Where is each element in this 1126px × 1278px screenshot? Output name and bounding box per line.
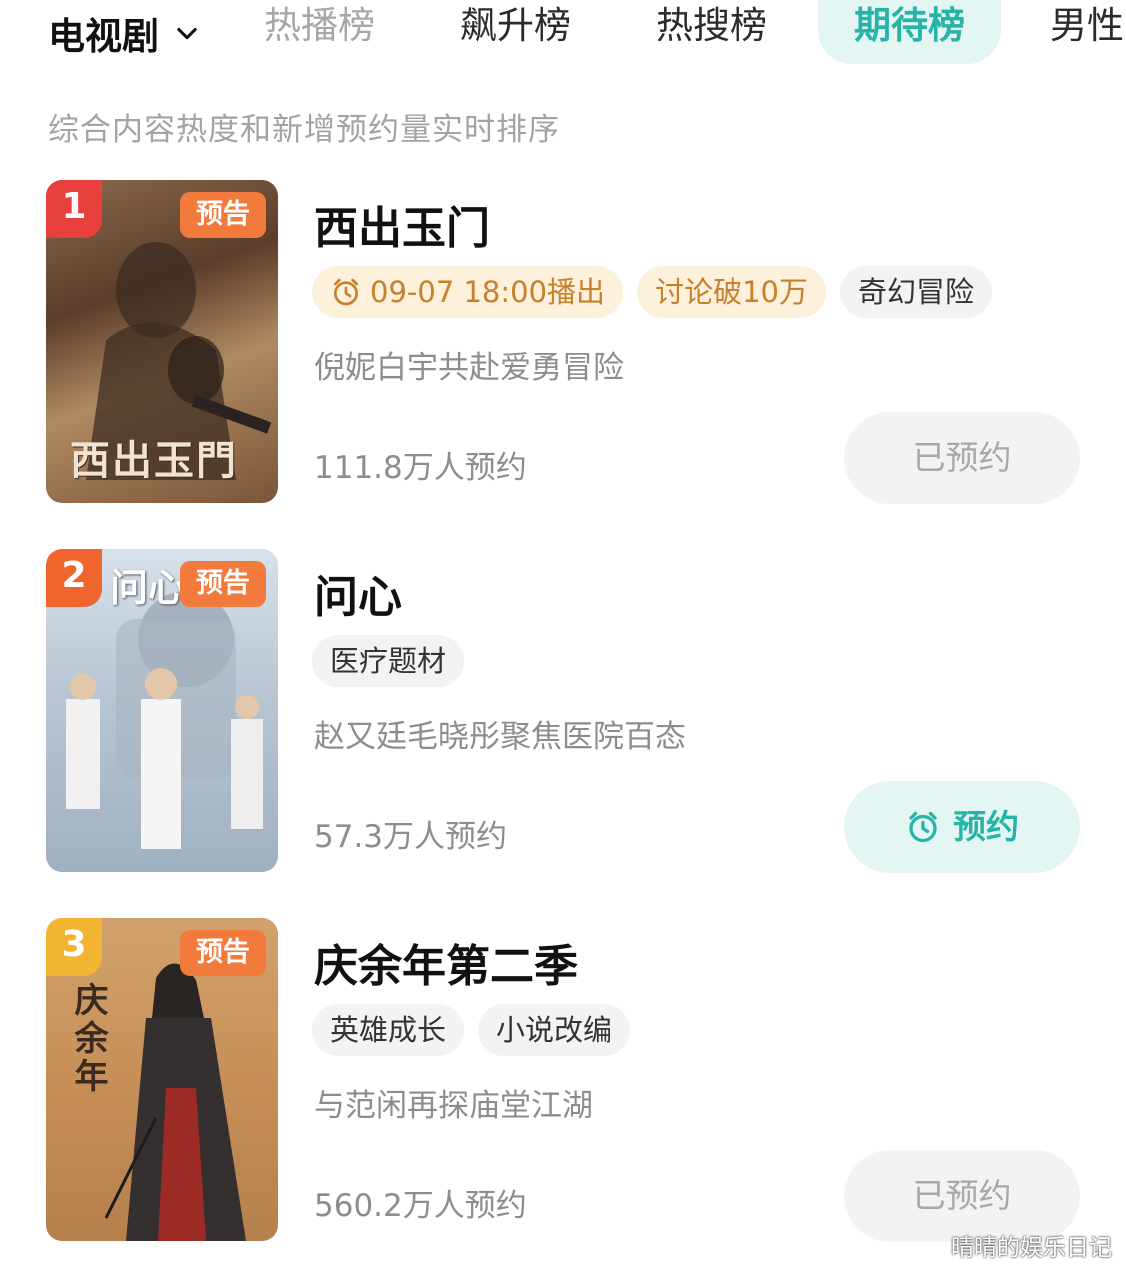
list-item[interactable]: 庆余年 3 预告 庆余年第二季 英雄成长 小说改编 与范闲再探庙堂江湖 560.… xyxy=(0,918,1126,1243)
reserve-button[interactable]: 预约 xyxy=(844,781,1080,873)
trailer-badge: 预告 xyxy=(180,192,266,238)
rank-badge: 3 xyxy=(46,918,102,976)
tag-list: 医疗题材 xyxy=(312,635,465,687)
tab-hot-play[interactable]: 热播榜 xyxy=(264,0,375,64)
poster-title-art: 庆余年 xyxy=(68,982,108,1096)
show-title[interactable]: 问心 xyxy=(314,561,402,625)
category-selector[interactable]: 电视剧 xyxy=(48,6,201,60)
list-item[interactable]: 问心 2 预告 问心 医疗题材 赵又廷毛晓彤聚焦医院百态 57.3万人预约 预约 xyxy=(0,549,1126,874)
air-time-tag: 09-07 18:00播出 xyxy=(312,266,624,318)
poster-title-art: 西出玉門 xyxy=(70,438,238,484)
poster-image[interactable]: 西出玉門 1 预告 xyxy=(46,180,278,503)
genre-tag: 小说改编 xyxy=(478,1004,631,1056)
alarm-clock-icon xyxy=(334,278,358,306)
category-label: 电视剧 xyxy=(48,15,159,58)
alarm-clock-icon xyxy=(909,811,937,843)
show-description: 与范闲再探庙堂江湖 xyxy=(314,1088,593,1124)
tag-list: 英雄成长 小说改编 xyxy=(312,1004,631,1056)
ranking-description: 综合内容热度和新增预约量实时排序 xyxy=(48,112,560,148)
chevron-down-icon xyxy=(177,27,197,40)
tab-hot-search[interactable]: 热搜榜 xyxy=(656,0,767,64)
reservation-count: 111.8万人预约 xyxy=(314,450,527,486)
button-label: 预约 xyxy=(953,807,1019,846)
button-label: 已预约 xyxy=(912,438,1012,477)
poster-image[interactable]: 问心 2 预告 xyxy=(46,549,278,872)
trailer-badge: 预告 xyxy=(180,930,266,976)
tab-anticipated[interactable]: 期待榜 xyxy=(818,0,1001,64)
tag-list: 09-07 18:00播出 讨论破10万 奇幻冒险 xyxy=(312,266,992,318)
reserved-button[interactable]: 已预约 xyxy=(844,412,1080,504)
reservation-count: 57.3万人预约 xyxy=(314,819,508,855)
tab-male[interactable]: 男性 xyxy=(1050,0,1124,64)
list-item[interactable]: 西出玉門 1 预告 西出玉门 09-07 18:00播出 讨论破10万 奇幻冒险… xyxy=(0,180,1126,505)
poster-image[interactable]: 庆余年 3 预告 xyxy=(46,918,278,1241)
tab-rising[interactable]: 飙升榜 xyxy=(460,0,571,64)
poster-title-art: 问心 xyxy=(110,566,187,610)
show-description: 赵又廷毛晓彤聚焦医院百态 xyxy=(314,719,686,755)
rank-badge: 2 xyxy=(46,549,102,607)
trailer-badge: 预告 xyxy=(180,561,266,607)
top-tab-bar: 电视剧 热播榜 飙升榜 热搜榜 期待榜 男性 xyxy=(0,0,1126,70)
reservation-count: 560.2万人预约 xyxy=(314,1188,527,1224)
genre-tag: 奇幻冒险 xyxy=(839,266,992,318)
show-title[interactable]: 庆余年第二季 xyxy=(314,930,578,994)
genre-tag: 医疗题材 xyxy=(312,635,465,687)
discussion-tag: 讨论破10万 xyxy=(637,266,826,318)
show-title[interactable]: 西出玉门 xyxy=(314,192,490,256)
watermark: 晴晴的娱乐日记 xyxy=(951,1235,1112,1261)
genre-tag: 英雄成长 xyxy=(312,1004,465,1056)
rank-badge: 1 xyxy=(46,180,102,238)
show-description: 倪妮白宇共赴爱勇冒险 xyxy=(314,350,624,386)
air-time-label: 09-07 18:00播出 xyxy=(370,275,606,309)
